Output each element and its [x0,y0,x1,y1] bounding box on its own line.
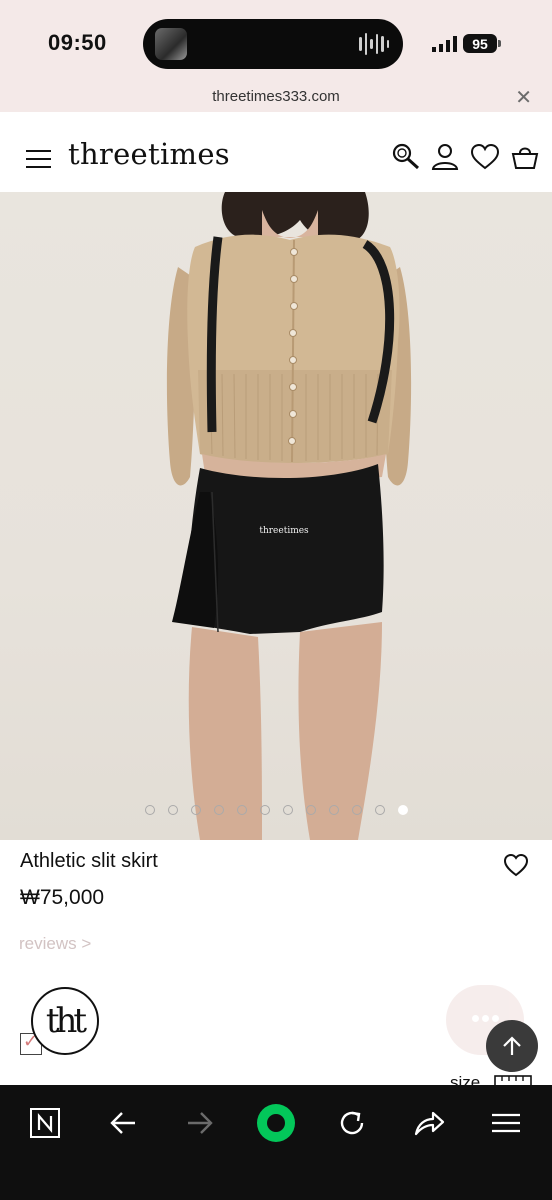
carousel-dot[interactable] [259,805,270,815]
battery-level: 95 [472,35,488,52]
brand-badge-text: tht [45,1001,87,1041]
dynamic-island[interactable] [143,19,403,69]
battery-icon: 95 [463,34,497,53]
search-icon[interactable] [391,142,421,172]
share-icon[interactable] [409,1103,449,1143]
audio-waveform-icon [359,32,389,56]
wishlist-icon[interactable] [470,142,500,172]
site-header: threetimes [0,112,552,193]
product-image[interactable]: threetimes [0,192,552,840]
carousel-dot[interactable] [236,805,247,815]
browser-toolbar [0,1085,552,1200]
carousel-dot[interactable] [397,805,408,815]
url-text[interactable]: threetimes333.com [0,88,552,105]
carousel-dot[interactable] [374,805,385,815]
carousel-dot[interactable] [328,805,339,815]
account-icon[interactable] [430,142,460,172]
model-photo: threetimes [166,192,412,840]
product-title: Athletic slit skirt [20,850,158,872]
battery-tip [498,40,501,47]
status-bar: 09:50 95 [0,0,552,84]
carousel-dot[interactable] [282,805,293,815]
reload-icon[interactable] [332,1103,372,1143]
reviews-link[interactable]: reviews > [19,934,91,954]
wishlist-heart-icon[interactable] [503,852,529,878]
menu-icon[interactable] [486,1103,526,1143]
signal-icon [432,36,457,52]
green-dot-icon[interactable] [256,1103,296,1143]
close-icon[interactable]: ✕ [515,85,532,110]
now-playing-artwork-icon [155,28,187,60]
brand-badge[interactable]: tht [31,987,99,1055]
site-logo[interactable]: threetimes [68,137,230,171]
back-icon[interactable] [103,1103,143,1143]
carousel-dot[interactable] [190,805,201,815]
scroll-top-button[interactable] [486,1020,538,1072]
naver-icon[interactable] [25,1103,65,1143]
forward-icon[interactable] [180,1103,220,1143]
url-bar[interactable]: threetimes333.com ✕ [0,84,552,112]
carousel-dot[interactable] [351,805,362,815]
cart-icon[interactable] [510,142,540,172]
skirt-logo-text: threetimes [259,526,309,536]
carousel-indicator [0,805,552,815]
carousel-dot[interactable] [144,805,155,815]
carousel-dot[interactable] [167,805,178,815]
carousel-dot[interactable] [213,805,224,815]
carousel-dot[interactable] [305,805,316,815]
arrow-up-icon [503,1036,521,1055]
product-price: ₩75,000 [20,886,105,909]
status-time: 09:50 [48,30,107,55]
menu-icon[interactable] [26,150,51,168]
